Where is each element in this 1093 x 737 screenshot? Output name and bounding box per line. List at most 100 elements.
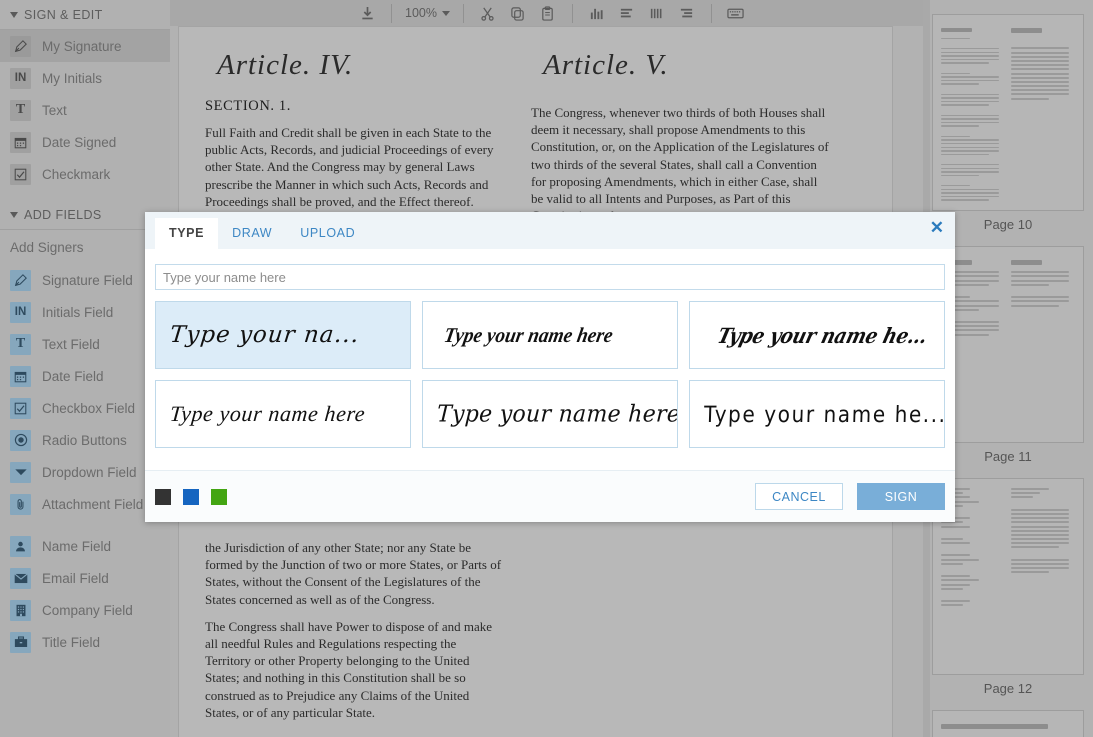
briefcase-icon <box>10 632 31 653</box>
thumbnail-heading <box>1011 260 1042 265</box>
sidebar-item-text[interactable]: T Text <box>0 94 170 126</box>
dialog-body: Type your na... Type your name here Type… <box>145 250 955 448</box>
tab-draw[interactable]: DRAW <box>218 218 286 249</box>
copy-icon[interactable] <box>503 0 533 26</box>
document-paragraph: the Jurisdiction of any other State; nor… <box>205 539 503 608</box>
article-title: Article. V. <box>543 49 829 82</box>
calendar-icon <box>10 132 31 153</box>
close-icon[interactable]: ✕ <box>930 219 944 236</box>
signature-style-preview: Type your name here <box>169 401 367 427</box>
signature-style-card[interactable]: Type your name he... <box>689 301 945 369</box>
thumbnail-label: Page 12 <box>984 681 1032 696</box>
dialog-header: TYPE DRAW UPLOAD ✕ <box>145 212 955 250</box>
signature-style-preview: Type your na... <box>169 322 361 348</box>
signature-style-preview: Type your name here <box>442 323 615 348</box>
tab-type[interactable]: TYPE <box>155 218 218 249</box>
sidebar-item-label: My Signature <box>42 39 122 54</box>
signature-app: SIGN & EDIT My Signature IN My Initials … <box>0 0 1093 737</box>
sidebar-item-company-field[interactable]: Company Field <box>0 594 170 626</box>
black-swatch[interactable] <box>155 489 171 505</box>
document-column-right: Article. V. The Congress, whenever two t… <box>531 49 829 234</box>
bar-chart-icon[interactable] <box>582 0 612 26</box>
paste-icon[interactable] <box>533 0 563 26</box>
thumbnail-column <box>941 720 1075 737</box>
signature-style-card[interactable]: Type your name here <box>155 380 411 448</box>
person-icon <box>10 536 31 557</box>
thumbnail-item-partial[interactable] <box>932 710 1084 737</box>
sidebar-item-my-initials[interactable]: IN My Initials <box>0 62 170 94</box>
checkmark-icon <box>10 164 31 185</box>
sidebar-item-my-signature[interactable]: My Signature <box>0 30 170 62</box>
dialog-actions: CANCEL SIGN <box>755 483 945 510</box>
columns-icon[interactable] <box>642 0 672 26</box>
initials-icon: IN <box>10 68 31 89</box>
thumbnail-column <box>1011 256 1075 433</box>
sidebar-item-label: Checkmark <box>42 167 110 182</box>
thumbnail-heading <box>941 724 1048 729</box>
signature-style-card[interactable]: Type your name he... <box>689 380 945 448</box>
cut-icon[interactable] <box>473 0 503 26</box>
sidebar-item-label: Title Field <box>42 635 100 650</box>
toolbar-divider <box>572 4 573 23</box>
signature-style-card[interactable]: Type your na... <box>155 301 411 369</box>
sidebar-item-date-signed[interactable]: Date Signed <box>0 126 170 158</box>
green-swatch[interactable] <box>211 489 227 505</box>
envelope-icon <box>10 568 31 589</box>
initials-icon: IN <box>10 302 31 323</box>
thumbnail-label: Page 10 <box>984 217 1032 232</box>
align-right-icon[interactable] <box>672 0 702 26</box>
color-swatch-group <box>155 489 227 505</box>
page-thumbnail[interactable] <box>932 710 1084 737</box>
text-icon: T <box>10 100 31 121</box>
text-icon: T <box>10 334 31 355</box>
signature-style-preview: Type your name here <box>436 401 678 428</box>
sidebar-item-label: Date Signed <box>42 135 116 150</box>
toolbar-divider <box>463 4 464 23</box>
caret-down-icon <box>442 11 450 16</box>
pen-icon <box>10 36 31 57</box>
sidebar-item-label: My Initials <box>42 71 102 86</box>
tab-upload[interactable]: UPLOAD <box>286 218 369 249</box>
zoom-level-dropdown[interactable]: 100% <box>401 6 454 20</box>
thumbnail-item[interactable]: Page 10 <box>932 14 1084 232</box>
document-column-left: Article. IV. SECTION. 1. Full Faith and … <box>205 49 503 234</box>
keyboard-icon[interactable] <box>721 0 751 26</box>
paperclip-icon <box>10 494 31 515</box>
blue-swatch[interactable] <box>183 489 199 505</box>
sidebar-item-label: Text Field <box>42 337 100 352</box>
toolbar-divider <box>391 4 392 23</box>
sidebar-item-label: Initials Field <box>42 305 113 320</box>
signature-name-input[interactable] <box>155 264 945 290</box>
thumbnail-column <box>941 24 1005 201</box>
thumbnail-column <box>1011 24 1075 201</box>
document-lower-left-column: the Jurisdiction of any other State; nor… <box>205 539 503 737</box>
page-thumbnail[interactable] <box>932 14 1084 211</box>
signature-style-card[interactable]: Type your name here <box>422 380 678 448</box>
download-icon[interactable] <box>352 0 382 26</box>
sidebar-item-label: Name Field <box>42 539 111 554</box>
signature-style-preview: Type your name he... <box>715 323 930 348</box>
sidebar-item-label: Dropdown Field <box>42 465 137 480</box>
document-toolbar: 100% <box>170 0 923 26</box>
sign-button[interactable]: SIGN <box>857 483 945 510</box>
radio-icon <box>10 430 31 451</box>
sidebar-section-sign-edit[interactable]: SIGN & EDIT <box>0 0 170 30</box>
sidebar-item-label: Company Field <box>42 603 133 618</box>
document-columns: Article. IV. SECTION. 1. Full Faith and … <box>205 49 866 234</box>
sidebar-item-email-field[interactable]: Email Field <box>0 562 170 594</box>
sidebar-item-title-field[interactable]: Title Field <box>0 626 170 658</box>
signature-style-card[interactable]: Type your name here <box>422 301 678 369</box>
cancel-button[interactable]: CANCEL <box>755 483 843 510</box>
signature-dialog: TYPE DRAW UPLOAD ✕ Type your na... Type … <box>145 212 955 522</box>
sidebar-item-checkmark[interactable]: Checkmark <box>0 158 170 190</box>
thumbnail-heading <box>941 28 972 32</box>
sidebar-item-label: Checkbox Field <box>42 401 135 416</box>
sidebar-item-label: Signature Field <box>42 273 133 288</box>
align-left-icon[interactable] <box>612 0 642 26</box>
sidebar-item-name-field[interactable]: Name Field <box>0 530 170 562</box>
caret-down-icon <box>10 212 18 218</box>
sidebar-item-label: Date Field <box>42 369 104 384</box>
caret-down-icon <box>10 12 18 18</box>
sidebar-spacer <box>0 190 170 200</box>
thumbnail-column <box>1011 488 1075 665</box>
